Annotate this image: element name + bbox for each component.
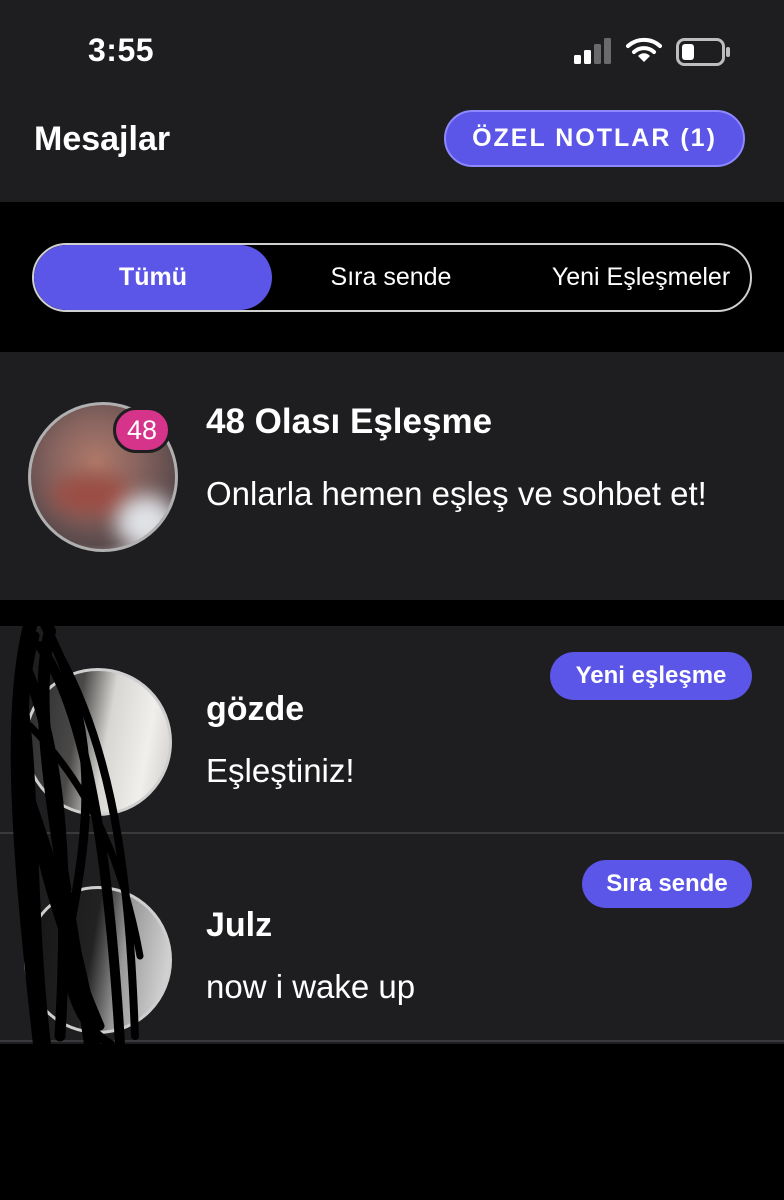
potential-matches-subtitle: Onlarla hemen eşleş ve sohbet et! xyxy=(206,475,707,512)
conversation-row[interactable]: Julz now i wake up Sıra sende xyxy=(0,834,784,1042)
status-bar: 3:55 xyxy=(0,0,784,100)
count-badge: 48 xyxy=(113,407,171,453)
tab-all[interactable]: Tümü xyxy=(34,245,272,310)
status-time: 3:55 xyxy=(88,32,155,68)
page-title: Mesajlar xyxy=(34,120,171,158)
tab-your-turn[interactable]: Sıra sende xyxy=(282,245,500,310)
cellular-signal-icon xyxy=(574,38,611,64)
conversation-name: Julz xyxy=(206,906,273,944)
filter-tabs-area: Tümü Sıra sende Yeni Eşleşmeler xyxy=(0,202,784,352)
conversation-preview: now i wake up xyxy=(206,968,416,1005)
segmented-control: Tümü Sıra sende Yeni Eşleşmeler xyxy=(32,243,752,312)
tab-new-matches[interactable]: Yeni Eşleşmeler xyxy=(530,245,750,310)
conversation-preview: Eşleştiniz! xyxy=(206,752,355,789)
status-badge: Sıra sende xyxy=(582,860,752,908)
potential-matches-card[interactable]: 48 48 Olası Eşleşme Onlarla hemen eşleş … xyxy=(0,352,784,600)
conversation-name: gözde xyxy=(206,690,305,728)
battery-icon xyxy=(676,38,730,66)
private-notes-button[interactable]: ÖZEL NOTLAR (1) xyxy=(444,110,745,167)
empty-area xyxy=(0,1044,784,1200)
avatar xyxy=(24,668,172,816)
status-badge: Yeni eşleşme xyxy=(550,652,752,700)
avatar xyxy=(24,886,172,1034)
wifi-icon xyxy=(626,37,662,62)
avatar-blur-shape xyxy=(116,495,175,549)
header: Mesajlar ÖZEL NOTLAR (1) xyxy=(0,100,784,202)
conversation-row[interactable]: gözde Eşleştiniz! Yeni eşleşme xyxy=(0,626,784,834)
conversation-list: gözde Eşleştiniz! Yeni eşleşme Julz now … xyxy=(0,626,784,1044)
potential-matches-title: 48 Olası Eşleşme xyxy=(206,402,493,441)
